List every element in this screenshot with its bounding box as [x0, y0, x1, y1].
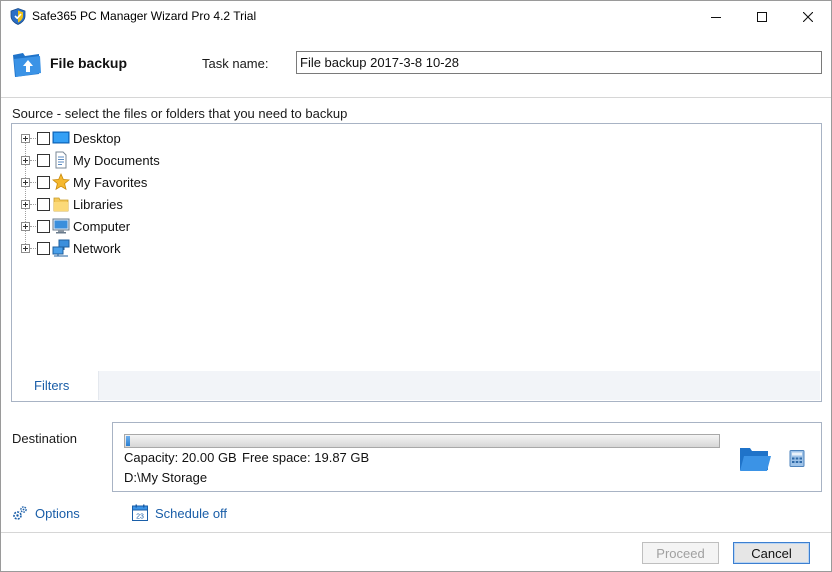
- calendar-icon[interactable]: 23: [132, 504, 148, 521]
- computer-checkbox[interactable]: [37, 220, 50, 233]
- tree-item-label: Computer: [73, 219, 131, 234]
- tree-item-computer[interactable]: Computer: [12, 215, 312, 237]
- tree-item-label: Network: [73, 241, 121, 256]
- maximize-button[interactable]: [739, 1, 785, 32]
- task-name-input[interactable]: [296, 51, 822, 74]
- header-divider: [1, 97, 831, 98]
- expand-icon[interactable]: [21, 200, 30, 209]
- tree-item-my-favorites[interactable]: My Favorites: [12, 171, 312, 193]
- proceed-button[interactable]: Proceed: [642, 542, 719, 564]
- network-icon: [52, 239, 70, 257]
- documents-icon: [52, 151, 70, 169]
- tab-filters[interactable]: Filters: [13, 371, 99, 400]
- tree-item-label: My Documents: [73, 153, 160, 168]
- destination-panel: Capacity: 20.00 GB Free space: 19.87 GB …: [112, 422, 822, 492]
- tree-item-libraries[interactable]: Libraries: [12, 193, 312, 215]
- tree-item-label: Libraries: [73, 197, 123, 212]
- free-space-text: Free space: 19.87 GB: [242, 450, 370, 465]
- calculator-icon[interactable]: [789, 450, 805, 467]
- expand-icon[interactable]: [21, 134, 30, 143]
- capacity-progress-fill: [126, 436, 130, 446]
- capacity-text: Capacity: 20.00 GB: [124, 450, 237, 465]
- minimize-icon: [711, 16, 721, 18]
- minimize-button[interactable]: [693, 1, 739, 32]
- my-favorites-checkbox[interactable]: [37, 176, 50, 189]
- star-icon: [52, 172, 70, 191]
- source-label: Source - select the files or folders tha…: [12, 106, 348, 121]
- tab-filters-label: Filters: [34, 378, 70, 393]
- title-bar: Safe365 PC Manager Wizard Pro 4.2 Trial: [1, 1, 831, 32]
- backup-folder-icon: [11, 47, 43, 79]
- schedule-link[interactable]: Schedule off: [155, 506, 227, 521]
- gear-icon[interactable]: [12, 505, 28, 521]
- expand-icon[interactable]: [21, 156, 30, 165]
- app-window: Safe365 PC Manager Wizard Pro 4.2 Trial …: [0, 0, 832, 572]
- svg-text:23: 23: [136, 514, 144, 521]
- maximize-icon: [757, 11, 767, 22]
- window-title: Safe365 PC Manager Wizard Pro 4.2 Trial: [32, 9, 257, 23]
- options-link[interactable]: Options: [35, 506, 80, 521]
- expand-icon[interactable]: [21, 222, 30, 231]
- footer-divider: [1, 532, 831, 533]
- tree-item-desktop[interactable]: Desktop: [12, 127, 312, 149]
- shield-icon: [10, 8, 26, 25]
- close-button[interactable]: [785, 1, 831, 32]
- page-title: File backup: [50, 55, 128, 71]
- network-checkbox[interactable]: [37, 242, 50, 255]
- task-name-label: Task name:: [202, 56, 269, 71]
- tree-item-network[interactable]: Network: [12, 237, 312, 259]
- close-icon: [803, 11, 813, 22]
- desktop-checkbox[interactable]: [37, 132, 50, 145]
- my-documents-checkbox[interactable]: [37, 154, 50, 167]
- computer-icon: [52, 217, 70, 235]
- expand-icon[interactable]: [21, 244, 30, 253]
- tree-item-label: Desktop: [73, 131, 121, 146]
- folder-icon: [52, 195, 70, 213]
- libraries-checkbox[interactable]: [37, 198, 50, 211]
- capacity-progress-bar: [124, 434, 720, 448]
- cancel-button[interactable]: Cancel: [733, 542, 810, 564]
- filters-bar: Filters: [13, 371, 820, 400]
- tree-item-my-documents[interactable]: My Documents: [12, 149, 312, 171]
- destination-label: Destination: [12, 431, 78, 446]
- open-folder-icon[interactable]: [738, 442, 772, 474]
- source-tree[interactable]: Desktop My Documents My Favorites Librar…: [11, 123, 822, 402]
- desktop-icon: [52, 129, 70, 147]
- tree-item-label: My Favorites: [73, 175, 148, 190]
- destination-path: D:\My Storage: [124, 470, 208, 485]
- expand-icon[interactable]: [21, 178, 30, 187]
